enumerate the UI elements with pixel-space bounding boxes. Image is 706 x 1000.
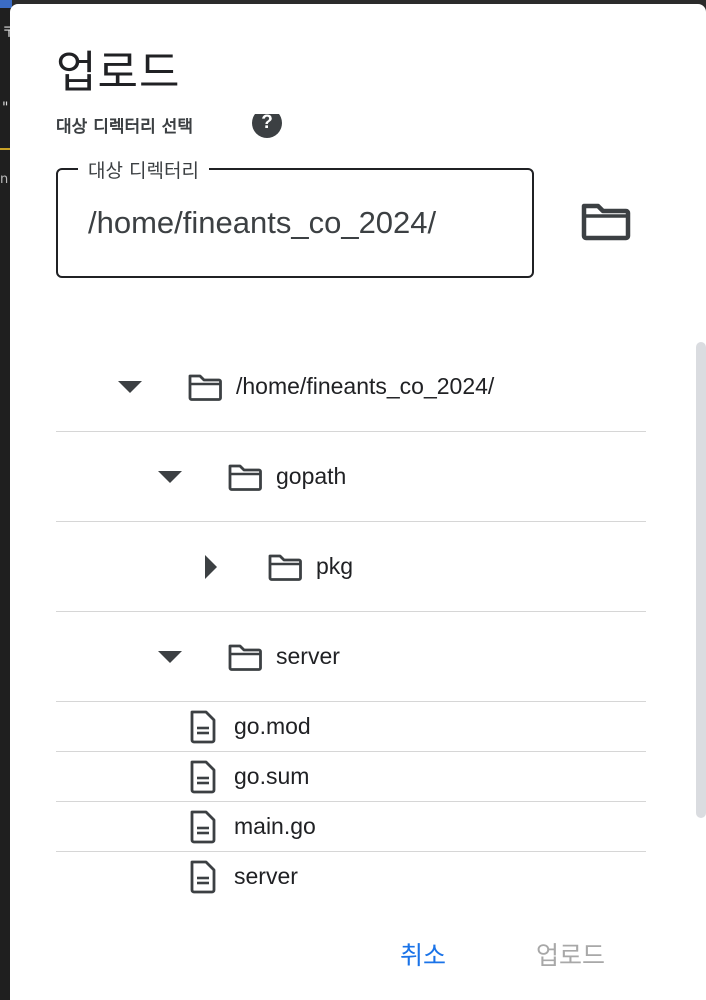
caret-down-icon[interactable] xyxy=(116,373,144,401)
dialog-title: 업로드 xyxy=(56,47,181,98)
tree-folder-label: server xyxy=(276,643,340,669)
directory-input[interactable] xyxy=(88,170,518,276)
tree-folder-label: gopath xyxy=(276,463,347,489)
upload-button[interactable]: 업로드 xyxy=(536,936,605,972)
background-glyph: " xyxy=(2,100,9,116)
tree-file-label: go.sum xyxy=(234,763,310,789)
tree-file-label: go.mod xyxy=(234,713,311,739)
caret-right-icon[interactable] xyxy=(196,553,224,581)
file-icon xyxy=(190,860,216,894)
cancel-button[interactable]: 취소 xyxy=(400,936,446,972)
tree-folder-label: pkg xyxy=(316,553,354,579)
tree-folder-row[interactable]: /home/fineants_co_2024/ xyxy=(56,342,646,432)
file-icon xyxy=(190,810,216,844)
tree-folder-label: /home/fineants_co_2024/ xyxy=(236,373,495,399)
section-label: 대상 디렉터리 선택 xyxy=(56,117,193,137)
tree-folder-row[interactable]: pkg xyxy=(56,522,646,612)
folder-icon xyxy=(581,203,631,241)
upload-dialog: 업로드 대상 디렉터리 선택 ? 대상 디렉터리 /home/fineants_… xyxy=(10,4,706,1000)
background-glyph: n xyxy=(0,172,9,187)
caret-down-icon[interactable] xyxy=(156,643,184,671)
tree-scrollbar[interactable] xyxy=(696,342,706,818)
tree-file-label: server xyxy=(234,863,298,889)
directory-field: 대상 디렉터리 xyxy=(56,156,534,278)
caret-down-icon[interactable] xyxy=(156,463,184,491)
background-accent xyxy=(0,0,12,8)
folder-icon xyxy=(228,644,262,671)
tree-folder-row[interactable]: server xyxy=(56,612,646,702)
tree-file-label: main.go xyxy=(234,813,316,839)
tree-file-row[interactable]: main.go xyxy=(56,802,646,852)
tree-file-row[interactable]: go.sum xyxy=(56,752,646,802)
folder-icon xyxy=(188,374,222,401)
folder-icon xyxy=(228,464,262,491)
tree-file-row[interactable]: go.mod xyxy=(56,702,646,752)
tree-file-row[interactable]: server xyxy=(56,852,646,902)
browse-folder-button[interactable] xyxy=(580,200,632,244)
help-icon[interactable]: ? xyxy=(252,114,282,138)
folder-icon xyxy=(268,554,302,581)
file-icon xyxy=(190,710,216,744)
file-icon xyxy=(190,760,216,794)
tree-folder-row[interactable]: gopath xyxy=(56,432,646,522)
